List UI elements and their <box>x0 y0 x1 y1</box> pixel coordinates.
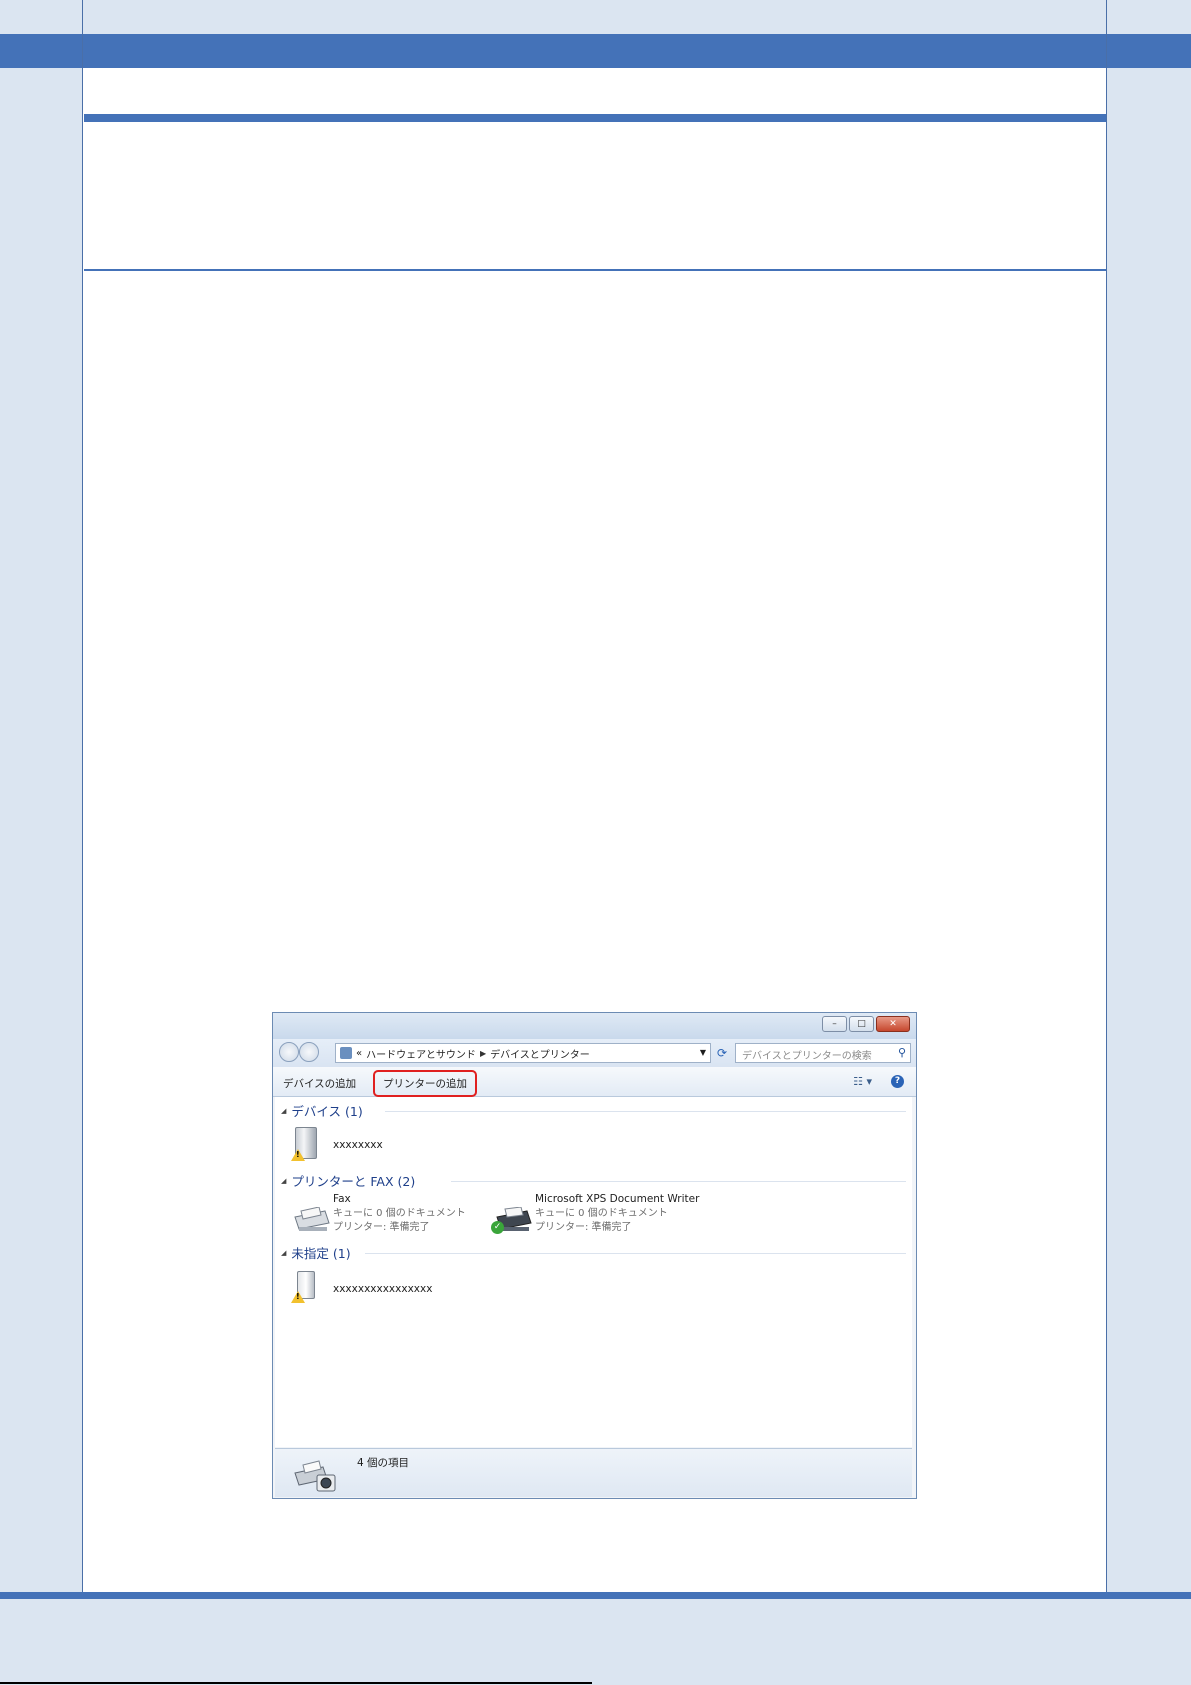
warning-icon <box>291 1149 305 1161</box>
header-band <box>0 0 1191 34</box>
chevron-down-icon[interactable]: ▼ <box>700 1048 706 1057</box>
printer-name[interactable]: Microsoft XPS Document Writer <box>535 1193 699 1205</box>
view-options-icon[interactable]: ☷ ▾ <box>853 1075 872 1088</box>
search-input[interactable]: デバイスとプリンターの検索 ⚲ <box>735 1043 911 1063</box>
address-row: « ハードウェアとサウンド ▶ デバイスとプリンター ▼ ⟳ デバイスとプリンタ… <box>273 1039 916 1067</box>
collapse-arrow-icon[interactable]: ◢ <box>281 1107 286 1115</box>
group-title: 未指定 (1) <box>291 1246 351 1261</box>
title-bar: – □ ✕ <box>273 1013 916 1039</box>
device-warning-icon[interactable] <box>291 1271 315 1303</box>
printer-status: プリンター: 準備完了 <box>333 1222 430 1233</box>
collapse-arrow-icon[interactable]: ◢ <box>281 1249 286 1257</box>
title-rule <box>84 114 1106 122</box>
back-button[interactable] <box>279 1042 299 1062</box>
footer-rule <box>0 1682 592 1684</box>
control-panel-icon <box>340 1047 352 1059</box>
group-header-unspecified[interactable]: ◢ 未指定 (1) <box>281 1243 351 1262</box>
command-bar: デバイスの追加 プリンターの追加 ☷ ▾ ? <box>273 1067 916 1097</box>
device-name[interactable]: xxxxxxxxxxxxxxxx <box>333 1283 432 1295</box>
group-header-devices[interactable]: ◢ デバイス (1) <box>281 1101 363 1120</box>
right-rule <box>1106 0 1107 1685</box>
fax-printer-shape <box>294 1206 330 1231</box>
footer-band <box>0 1599 1191 1685</box>
section-rule <box>84 269 1106 271</box>
computer-warning-icon[interactable] <box>291 1127 317 1161</box>
group-title: プリンターと FAX (2) <box>291 1174 416 1189</box>
devices-printers-shape <box>294 1460 336 1492</box>
group-title: デバイス (1) <box>291 1104 363 1119</box>
collapse-arrow-icon[interactable]: ◢ <box>281 1177 286 1185</box>
address-bar[interactable]: « ハードウェアとサウンド ▶ デバイスとプリンター ▼ <box>335 1043 711 1063</box>
devices-printers-icon <box>293 1455 337 1499</box>
device-name[interactable]: xxxxxxxx <box>333 1139 383 1151</box>
search-placeholder: デバイスとプリンターの検索 <box>742 1051 872 1062</box>
breadcrumb-overflow[interactable]: « <box>356 1048 362 1059</box>
left-margin-band <box>0 68 82 1592</box>
forward-button[interactable] <box>299 1042 319 1062</box>
devices-and-printers-window: – □ ✕ « ハードウェアとサウンド ▶ デバイスとプリンター ▼ ⟳ デバイ… <box>272 1012 917 1499</box>
printer-status: プリンター: 準備完了 <box>535 1222 632 1233</box>
printer-default-icon[interactable]: ✓ <box>491 1206 533 1237</box>
details-pane: 4 個の項目 <box>275 1448 912 1497</box>
add-printer-button[interactable]: プリンターの追加 <box>373 1070 477 1097</box>
refresh-icon[interactable]: ⟳ <box>713 1044 731 1062</box>
chevron-right-icon[interactable]: ▶ <box>480 1049 486 1058</box>
group-divider <box>385 1111 906 1112</box>
help-icon[interactable]: ? <box>891 1075 904 1088</box>
group-divider <box>451 1181 906 1182</box>
warning-icon <box>291 1291 305 1303</box>
printer-name[interactable]: Fax <box>333 1193 351 1205</box>
breadcrumb-hardware-sound[interactable]: ハードウェアとサウンド <box>366 1046 476 1061</box>
maximize-button[interactable]: □ <box>849 1016 874 1032</box>
check-icon: ✓ <box>491 1221 504 1234</box>
item-count: 4 個の項目 <box>357 1457 410 1469</box>
header-bar <box>0 34 1191 68</box>
left-rule <box>82 0 83 1685</box>
printer-queue: キューに 0 個のドキュメント <box>535 1208 668 1219</box>
group-header-printers[interactable]: ◢ プリンターと FAX (2) <box>281 1171 415 1190</box>
minimize-button[interactable]: – <box>822 1016 847 1032</box>
group-divider <box>365 1253 906 1254</box>
caption-buttons: – □ ✕ <box>822 1016 910 1032</box>
breadcrumb-devices-printers[interactable]: デバイスとプリンター <box>490 1046 590 1061</box>
close-button[interactable]: ✕ <box>876 1016 910 1032</box>
footer-bar <box>0 1592 1191 1599</box>
right-margin-band <box>1106 68 1191 1592</box>
device-list: ◢ デバイス (1) xxxxxxxx ◢ プリンターと FAX (2) Fax… <box>275 1097 912 1447</box>
add-device-button[interactable]: デバイスの追加 <box>277 1073 362 1094</box>
fax-icon[interactable] <box>291 1206 331 1237</box>
printer-queue: キューに 0 個のドキュメント <box>333 1208 466 1219</box>
search-icon[interactable]: ⚲ <box>898 1046 906 1059</box>
